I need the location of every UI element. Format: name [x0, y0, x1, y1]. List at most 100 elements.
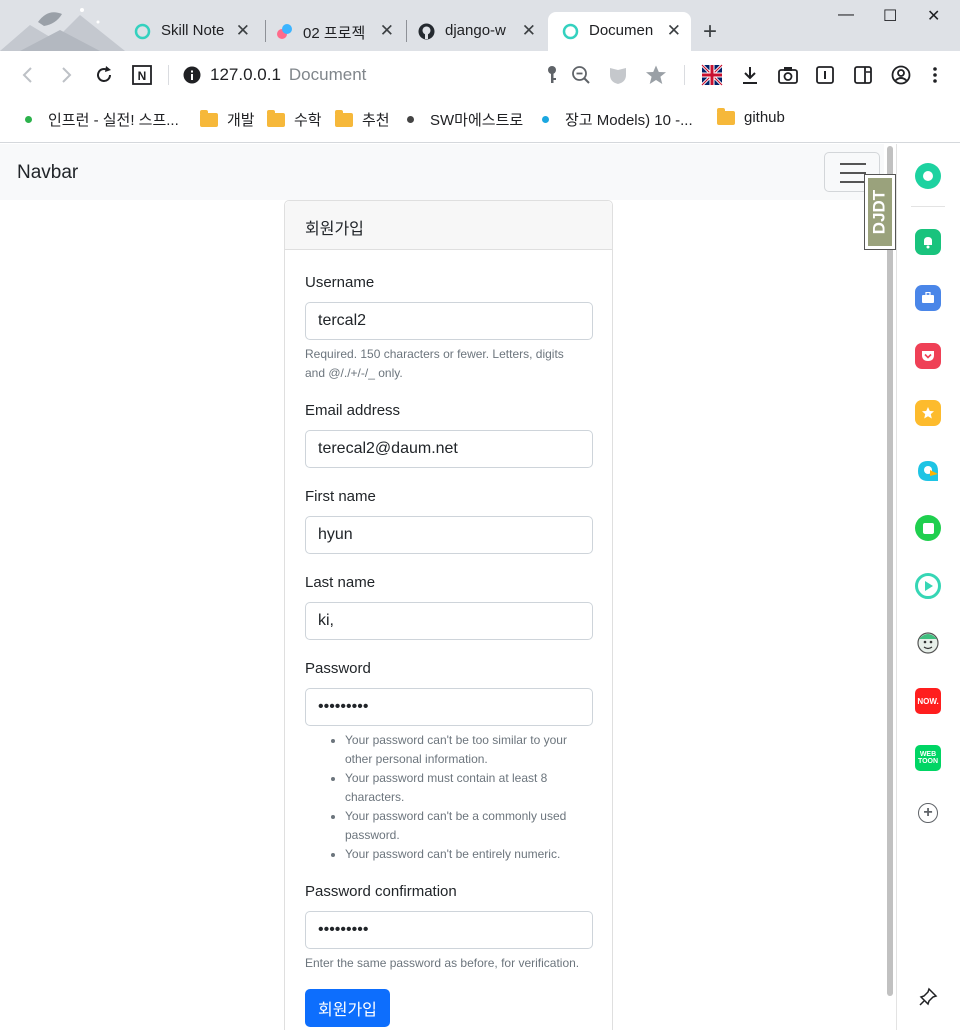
- password-rule: Your password can't be a commonly used p…: [345, 807, 595, 845]
- password-confirm-group: Password confirmation Enter the same pas…: [305, 883, 593, 970]
- circle-icon: [562, 23, 579, 40]
- bookmark-label: 추천: [362, 112, 390, 129]
- close-icon[interactable]: ✕: [667, 22, 681, 40]
- sidebar-toggle-button[interactable]: [851, 63, 875, 87]
- hamburger-icon: [840, 163, 866, 165]
- folder-icon: [717, 107, 735, 125]
- email-label: Email address: [305, 402, 401, 419]
- star-icon[interactable]: [915, 400, 941, 426]
- tab-document-active[interactable]: Documen ✕: [548, 12, 691, 51]
- password-label: Password: [305, 660, 371, 677]
- password-confirm-help: Enter the same password as before, for v…: [305, 956, 580, 970]
- scrollbar-thumb[interactable]: [887, 146, 893, 996]
- navbar: Navbar: [0, 144, 896, 200]
- close-icon[interactable]: ✕: [236, 22, 250, 40]
- circle-icon: [134, 23, 151, 40]
- papago-icon[interactable]: [915, 458, 941, 484]
- tab-skill-note[interactable]: Skill Note ✕: [120, 12, 260, 51]
- url-page-title: Document: [288, 65, 367, 84]
- close-window-button[interactable]: ✕: [927, 6, 940, 26]
- briefcase-icon[interactable]: [915, 285, 941, 311]
- minimize-button[interactable]: —: [838, 6, 854, 24]
- avatar-icon[interactable]: [915, 630, 941, 656]
- bookmark-label: SW마에스트로: [430, 112, 524, 129]
- bookmark-label: 장고 Models) 10 -...: [565, 112, 693, 129]
- svg-text:N: N: [138, 69, 147, 83]
- close-icon[interactable]: ✕: [380, 22, 394, 40]
- password-key-button[interactable]: [540, 63, 564, 87]
- tab-project[interactable]: 02 프로젝 ✕: [262, 12, 404, 51]
- bookmark-label: 인프런 - 실전! 스프...: [48, 112, 179, 129]
- last-name-group: Last name: [305, 574, 593, 640]
- square-app-icon[interactable]: [915, 515, 941, 541]
- tab-title: 02 프로젝: [303, 25, 366, 42]
- pin-icon[interactable]: [915, 984, 941, 1010]
- more-vert-icon: [933, 67, 937, 83]
- whale-icon[interactable]: [915, 163, 941, 189]
- bookmark-sw-maestro[interactable]: SW마에스트로: [407, 109, 523, 130]
- reader-icon: [816, 66, 834, 84]
- translate-button[interactable]: [700, 63, 724, 87]
- first-name-input[interactable]: [305, 516, 593, 554]
- shield-button[interactable]: [606, 63, 630, 87]
- djdt-toolbar-handle[interactable]: DJDT: [864, 174, 896, 250]
- tab-github[interactable]: django-w ✕: [404, 12, 546, 51]
- maximize-button[interactable]: ☐: [883, 6, 897, 26]
- shield-icon: [610, 68, 626, 84]
- password-rule: Your password must contain at least 8 ch…: [345, 769, 595, 807]
- username-input[interactable]: [305, 302, 593, 340]
- bookmark-django-models[interactable]: 장고 Models) 10 -...: [542, 109, 693, 130]
- now-icon[interactable]: NOW.: [915, 688, 941, 714]
- signup-submit-button[interactable]: 회원가입: [305, 989, 390, 1027]
- password-input[interactable]: [305, 688, 593, 726]
- username-label: Username: [305, 274, 375, 291]
- username-help: Required. 150 characters or fewer. Lette…: [305, 347, 564, 380]
- bookmark-folder-github[interactable]: github: [717, 107, 785, 126]
- zoom-button[interactable]: [569, 63, 593, 87]
- site-info-button[interactable]: [180, 63, 204, 87]
- back-button[interactable]: [16, 63, 40, 87]
- bookmark-inflearn[interactable]: 인프런 - 실전! 스프...: [25, 109, 179, 130]
- password-group: Password Your password can't be too simi…: [305, 660, 593, 861]
- bookmark-label: 수학: [294, 112, 322, 129]
- address-bar[interactable]: 127.0.0.1 Document: [210, 65, 366, 85]
- first-name-group: First name: [305, 488, 593, 554]
- download-button[interactable]: [738, 63, 762, 87]
- bookmark-folder-recommend[interactable]: 추천: [335, 109, 390, 130]
- github-icon: [418, 23, 435, 40]
- password-confirm-input[interactable]: [305, 911, 593, 949]
- last-name-label: Last name: [305, 574, 376, 591]
- favicon-dot-icon: [542, 116, 549, 123]
- capture-button[interactable]: [776, 63, 800, 87]
- camera-icon: [778, 67, 798, 84]
- tab-title: Skill Note: [161, 22, 225, 39]
- reader-mode-button[interactable]: [813, 63, 837, 87]
- folder-icon: [267, 109, 285, 127]
- bookmark-star-button[interactable]: [644, 63, 668, 87]
- play-icon[interactable]: [915, 573, 941, 599]
- last-name-input[interactable]: [305, 602, 593, 640]
- navbar-brand[interactable]: Navbar: [17, 162, 78, 184]
- webtoon-icon[interactable]: WEB TOON: [915, 745, 941, 771]
- page-viewport: Navbar 회원가입 Username Required. 150 chara…: [0, 144, 896, 1030]
- flag-icon: [701, 64, 723, 86]
- profile-button[interactable]: [889, 63, 913, 87]
- naver-home-button[interactable]: N: [130, 63, 154, 87]
- bookmarks-bar: 인프런 - 실전! 스프... 개발 수학 추천 SW마에스트로 장고 Mode…: [0, 99, 960, 143]
- bookmark-folder-math[interactable]: 수학: [267, 109, 322, 130]
- djdt-logo-icon: DJDT: [868, 178, 892, 246]
- pocket-icon[interactable]: [915, 343, 941, 369]
- new-tab-button[interactable]: +: [703, 20, 717, 44]
- bookmark-folder-dev[interactable]: 개발: [200, 109, 255, 130]
- close-icon[interactable]: ✕: [522, 22, 536, 40]
- reload-button[interactable]: [92, 63, 116, 87]
- menu-button[interactable]: [923, 63, 947, 87]
- forward-arrow-icon: [62, 67, 72, 83]
- forward-button[interactable]: [54, 63, 78, 87]
- email-input[interactable]: [305, 430, 593, 468]
- bell-icon[interactable]: [915, 229, 941, 255]
- favicon-dot-icon: [407, 116, 414, 123]
- theme-artwork: [0, 0, 125, 51]
- zoom-out-icon: [572, 66, 590, 84]
- add-icon[interactable]: +: [918, 803, 938, 823]
